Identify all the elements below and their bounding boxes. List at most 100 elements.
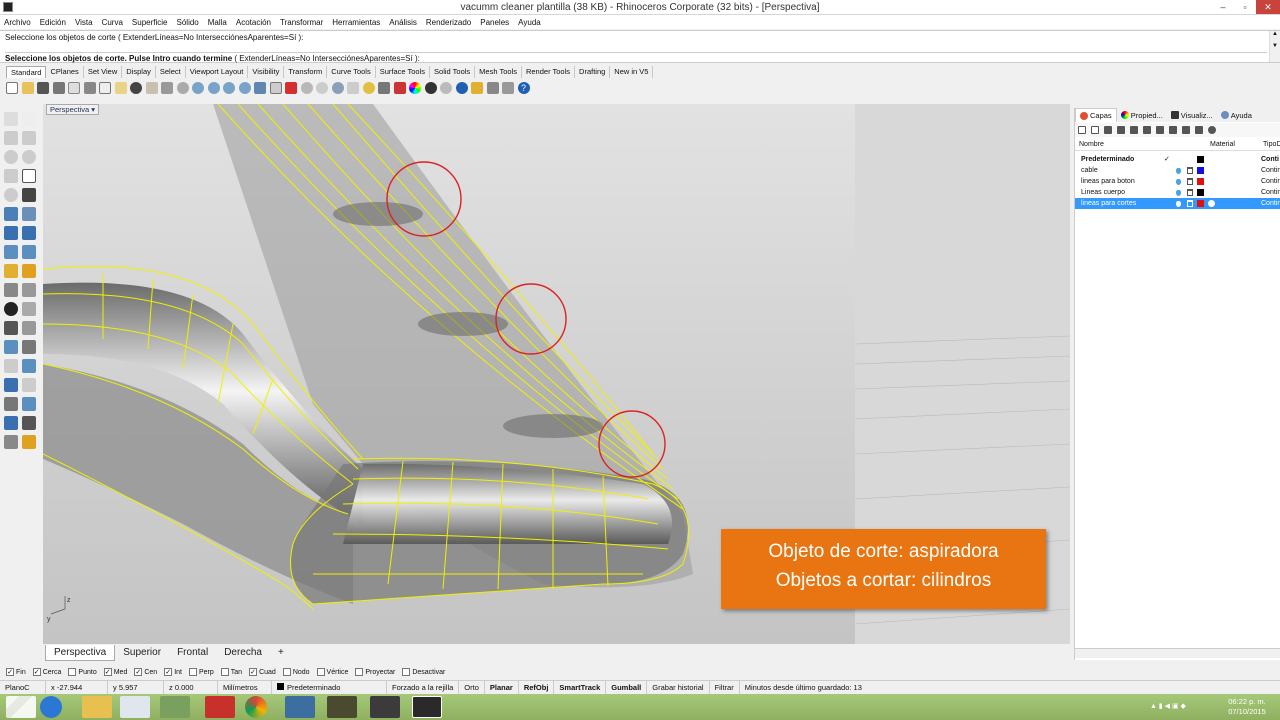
status-ortho[interactable]: Orto [459,681,485,694]
offset-icon[interactable] [22,321,36,335]
array-icon[interactable] [22,340,36,354]
cylinder-icon[interactable] [4,245,18,259]
layer-color-swatch[interactable] [1197,200,1204,207]
close-button[interactable]: ✕ [1256,0,1280,14]
move-right-icon[interactable] [1156,126,1164,134]
status-units[interactable]: Milímetros [218,681,272,694]
tab-ayuda[interactable]: Ayuda [1217,111,1256,120]
osnap-desactivar[interactable]: Desactivar [402,668,445,676]
options-icon[interactable] [486,82,499,94]
tab-curve-tools[interactable]: Curve Tools [327,66,376,78]
undo-view-icon[interactable] [254,82,266,94]
new-file-icon[interactable] [6,82,18,94]
polyline-icon[interactable] [4,131,18,145]
command-area[interactable]: Seleccione los objetos de corte ( Extend… [0,30,1280,63]
tab-select[interactable]: Select [156,66,186,78]
fillet-icon[interactable] [4,321,18,335]
undo-icon[interactable] [130,82,142,94]
menu-transformar[interactable]: Transformar [280,18,323,27]
layer-row-lineas-para-boton[interactable]: lineas para boton Contin [1075,176,1280,187]
menu-malla[interactable]: Malla [208,18,227,27]
command-prompt[interactable]: Seleccione los objetos de corte. Pulse I… [5,52,1267,63]
status-filter[interactable]: Filtrar [710,681,740,694]
osnap-cuad-checkbox[interactable]: ✓ [249,668,258,676]
bulb-on-icon[interactable] [1176,201,1181,207]
internet-explorer-icon[interactable] [40,696,62,718]
mirror-icon[interactable] [4,359,18,373]
tab-capas[interactable]: Capas [1075,108,1117,122]
render-icon[interactable] [393,82,406,94]
menu-superficie[interactable]: Superficie [132,18,168,27]
osnap-fin[interactable]: ✓ Fin [6,668,26,676]
material-icon[interactable] [1208,200,1215,207]
tab-solid-tools[interactable]: Solid Tools [430,66,476,78]
tab-derecha[interactable]: Derecha [216,645,270,661]
osnap-cen-checkbox[interactable]: ✓ [134,668,143,676]
menu-renderizado[interactable]: Renderizado [426,18,471,27]
windows-start-icon[interactable] [6,696,36,718]
zoom-all-icon[interactable] [238,82,251,94]
light-tool-icon[interactable] [4,264,18,278]
osnap-tan-checkbox[interactable] [220,668,229,676]
status-history[interactable]: Grabar historial [647,681,710,694]
status-gumball[interactable]: Gumball [606,681,648,694]
osnap-perp[interactable]: Perp [188,668,214,676]
text-icon[interactable] [4,340,18,354]
delete-layer-icon[interactable] [1104,126,1112,134]
analyze-icon[interactable] [4,378,18,392]
notepad-icon[interactable] [120,696,150,718]
help-icon[interactable]: ? [517,82,530,94]
rectangle-icon[interactable] [22,169,36,183]
dimension-icon[interactable] [22,264,36,278]
osnap-cen[interactable]: ✓ Cen [134,668,157,676]
panel-horizontal-scrollbar[interactable] [1075,648,1280,658]
clipboard-icon[interactable] [114,82,127,94]
check-icon[interactable] [22,416,36,430]
osnap-proyectar[interactable]: Proyectar [355,668,395,676]
select-all-icon[interactable] [300,82,313,94]
system-clock[interactable]: 06:22 p. m. 07/10/2015 [1222,697,1272,717]
header-material[interactable]: Material [1210,141,1235,148]
osnap-cerca[interactable]: ✓ Cerca [32,668,61,676]
point-icon[interactable] [22,112,36,126]
header-nombre[interactable]: Nombre [1079,141,1104,148]
tab-set-view[interactable]: Set View [84,66,123,78]
osnap-med-checkbox[interactable]: ✓ [103,668,112,676]
layer-color-swatch[interactable] [1197,167,1204,174]
curve-icon[interactable] [22,131,36,145]
viewport-title[interactable]: Perspectiva ▾ [46,104,100,115]
cut-icon[interactable] [83,82,96,94]
unlock-icon[interactable] [1187,200,1193,207]
status-grid-snap[interactable]: Forzado a la rejilla [387,681,460,694]
copy-icon[interactable] [99,82,111,94]
tab-visibility[interactable]: Visibility [248,66,285,78]
four-views-icon[interactable] [269,82,282,94]
header-tipo[interactable]: TipoD [1263,141,1280,148]
command-scrollbar[interactable]: ▲ ▼ [1269,31,1280,62]
tray-icons[interactable]: ▲ ▮ ◀ ▣ ◆ [1150,702,1210,712]
menu-herramientas[interactable]: Herramientas [332,18,380,27]
layer-lock-icon[interactable] [378,82,390,94]
unlock-icon[interactable] [1187,189,1193,196]
tab-frontal[interactable]: Frontal [169,645,216,661]
block-icon[interactable] [4,416,18,430]
osnap-cuad[interactable]: ✓ Cuad [249,668,276,676]
hide-icon[interactable] [316,82,328,94]
paint-icon[interactable] [22,435,36,449]
osnap-cerca-checkbox[interactable]: ✓ [32,668,41,676]
ellipse-icon[interactable] [4,188,18,202]
add-view-tab-button[interactable]: + [270,645,292,661]
osnap-perp-checkbox[interactable] [188,668,197,676]
light-bulb-icon[interactable] [471,82,483,94]
tab-surface-tools[interactable]: Surface Tools [376,66,431,78]
tab-superior[interactable]: Superior [115,645,169,661]
move-icon[interactable] [161,82,173,94]
menu-acotacion[interactable]: Acotación [236,18,271,27]
tab-render-tools[interactable]: Render Tools [522,66,576,78]
color-wheel-icon[interactable] [409,82,421,94]
pan-hand-icon[interactable] [145,82,158,94]
bulb-on-icon[interactable] [1176,179,1181,185]
join-icon[interactable] [22,302,36,316]
osnap-fin-checkbox[interactable]: ✓ [6,668,14,676]
minimize-button[interactable]: – [1212,0,1234,14]
